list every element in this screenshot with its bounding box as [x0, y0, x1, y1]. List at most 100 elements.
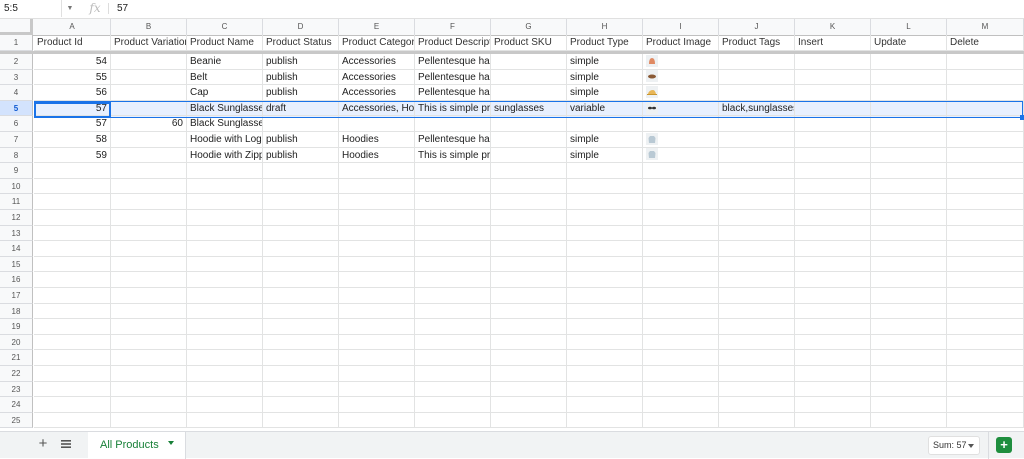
cell-g11[interactable] — [491, 194, 567, 210]
cell-m4[interactable] — [947, 85, 1024, 101]
cell-f21[interactable] — [415, 350, 491, 366]
cell-i9[interactable] — [643, 163, 719, 179]
cell-m10[interactable] — [947, 178, 1024, 195]
cell-c8[interactable]: Hoodie with Zipper — [187, 147, 263, 164]
cell-k17[interactable] — [795, 288, 871, 304]
cell-c3[interactable]: Belt — [187, 69, 263, 86]
row-header-7[interactable]: 7 — [0, 132, 33, 148]
cell-b16[interactable] — [111, 272, 187, 288]
cell-k1[interactable]: Insert — [795, 35, 871, 51]
cell-c15[interactable] — [187, 256, 263, 273]
cell-h21[interactable] — [567, 350, 643, 366]
cell-m13[interactable] — [947, 225, 1024, 242]
cell-l11[interactable] — [871, 194, 947, 210]
cell-h11[interactable] — [567, 194, 643, 210]
cell-k25[interactable] — [795, 412, 871, 429]
cell-k21[interactable] — [795, 350, 871, 366]
cell-k8[interactable] — [795, 147, 871, 164]
cell-f1[interactable]: Product Description — [415, 35, 491, 51]
product-thumbnail-beanie[interactable] — [646, 54, 658, 67]
cell-b6[interactable]: 60 — [111, 116, 187, 132]
row-header-14[interactable]: 14 — [0, 241, 33, 257]
row-header-19[interactable]: 19 — [0, 319, 33, 335]
cell-d3[interactable]: publish — [263, 69, 339, 86]
cell-j19[interactable] — [719, 319, 795, 335]
cell-h18[interactable] — [567, 303, 643, 320]
cell-a4[interactable]: 56 — [34, 85, 111, 101]
cell-d6[interactable] — [263, 116, 339, 132]
cell-i7[interactable] — [643, 132, 719, 148]
cell-j4[interactable] — [719, 85, 795, 101]
cell-j25[interactable] — [719, 412, 795, 429]
cell-i12[interactable] — [643, 210, 719, 226]
cell-k2[interactable] — [795, 54, 871, 70]
cell-d11[interactable] — [263, 194, 339, 210]
cell-e19[interactable] — [339, 319, 415, 335]
cell-c24[interactable] — [187, 397, 263, 413]
select-all-corner[interactable] — [0, 19, 33, 35]
cell-k23[interactable] — [795, 381, 871, 398]
cell-h19[interactable] — [567, 319, 643, 335]
cell-j20[interactable] — [719, 334, 795, 351]
cell-b23[interactable] — [111, 381, 187, 398]
cell-b3[interactable] — [111, 69, 187, 86]
cell-g10[interactable] — [491, 178, 567, 195]
cell-c20[interactable] — [187, 334, 263, 351]
cell-b11[interactable] — [111, 194, 187, 210]
cell-g2[interactable] — [491, 54, 567, 70]
cell-j9[interactable] — [719, 163, 795, 179]
column-header-g[interactable]: G — [491, 19, 567, 35]
cell-f8[interactable]: This is simple product — [415, 147, 491, 164]
cell-e1[interactable]: Product Category — [339, 35, 415, 51]
cell-m16[interactable] — [947, 272, 1024, 288]
cell-l6[interactable] — [871, 116, 947, 132]
cell-j22[interactable] — [719, 366, 795, 382]
cell-k15[interactable] — [795, 256, 871, 273]
cell-e18[interactable] — [339, 303, 415, 320]
cell-b25[interactable] — [111, 412, 187, 429]
cell-f22[interactable] — [415, 366, 491, 382]
cell-f9[interactable] — [415, 163, 491, 179]
cell-h13[interactable] — [567, 225, 643, 242]
name-box[interactable]: 5:5 — [0, 0, 62, 17]
cell-c22[interactable] — [187, 366, 263, 382]
cell-i25[interactable] — [643, 412, 719, 429]
product-thumbnail-hoodie-zip[interactable] — [646, 148, 658, 161]
cell-g22[interactable] — [491, 366, 567, 382]
row-header-8[interactable]: 8 — [0, 147, 33, 164]
cell-f17[interactable] — [415, 288, 491, 304]
cell-d16[interactable] — [263, 272, 339, 288]
cell-g23[interactable] — [491, 381, 567, 398]
column-header-c[interactable]: C — [187, 19, 263, 35]
cell-a20[interactable] — [34, 334, 111, 351]
frozen-row-divider[interactable] — [0, 51, 1024, 54]
cell-f7[interactable]: Pellentesque habitant morbi tristique — [415, 132, 491, 148]
cell-a12[interactable] — [34, 210, 111, 226]
cell-h17[interactable] — [567, 288, 643, 304]
cell-d18[interactable] — [263, 303, 339, 320]
sum-indicator[interactable]: Sum: 57 — [928, 436, 980, 455]
cell-c16[interactable] — [187, 272, 263, 288]
add-sheet-icon[interactable]: + — [34, 435, 52, 453]
cell-j2[interactable] — [719, 54, 795, 70]
cell-l13[interactable] — [871, 225, 947, 242]
row-header-12[interactable]: 12 — [0, 210, 33, 226]
cell-g15[interactable] — [491, 256, 567, 273]
row-header-4[interactable]: 4 — [0, 85, 33, 101]
column-header-h[interactable]: H — [567, 19, 643, 35]
cell-b21[interactable] — [111, 350, 187, 366]
cell-g4[interactable] — [491, 85, 567, 101]
row-header-1[interactable]: 1 — [0, 35, 33, 51]
cell-g18[interactable] — [491, 303, 567, 320]
cell-m24[interactable] — [947, 397, 1024, 413]
cell-k9[interactable] — [795, 163, 871, 179]
cell-d8[interactable]: publish — [263, 147, 339, 164]
cell-m20[interactable] — [947, 334, 1024, 351]
cell-c6[interactable]: Black Sunglasses — [187, 116, 263, 132]
cell-g14[interactable] — [491, 241, 567, 257]
cell-f18[interactable] — [415, 303, 491, 320]
cell-h23[interactable] — [567, 381, 643, 398]
cell-e23[interactable] — [339, 381, 415, 398]
cell-f14[interactable] — [415, 241, 491, 257]
name-box-dropdown-icon[interactable]: ▼ — [63, 0, 77, 17]
